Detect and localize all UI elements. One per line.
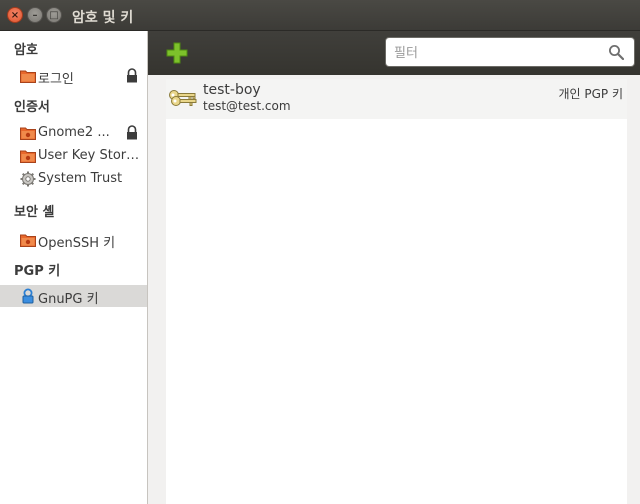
folder-icon (20, 150, 36, 163)
sidebar-item-login[interactable]: 로그인 (0, 65, 147, 87)
sidebar-item-gnupg[interactable]: GnuPG 키 (0, 285, 147, 307)
key-name: test-boy (203, 82, 261, 98)
lock-icon (127, 68, 137, 83)
table-row[interactable]: test-boy test@test.com 개인 PGP 키 (166, 79, 627, 119)
key-email: test@test.com (203, 99, 291, 113)
key-list: test-boy test@test.com 개인 PGP 키 (166, 79, 627, 504)
sidebar-item-label: 로그인 (38, 72, 74, 87)
filter-input[interactable] (392, 42, 596, 64)
sidebar-item-label: OpenSSH 키 (38, 236, 116, 251)
folder-icon (20, 70, 36, 83)
sidebar-item-label: Gnome2 ... (38, 125, 110, 140)
window-minimize-button[interactable]: – (27, 7, 43, 23)
key-pair-icon (169, 90, 197, 106)
window-title: 암호 및 키 (72, 10, 134, 26)
keyring-icon (22, 288, 34, 304)
folder-icon (20, 127, 36, 140)
toolbar (148, 31, 640, 75)
sidebar-item-gnome2[interactable]: Gnome2 ... (0, 122, 147, 144)
window-titlebar: × – □ 암호 및 키 (0, 0, 640, 31)
window-close-button[interactable]: × (7, 7, 23, 23)
lock-icon (127, 125, 137, 140)
sidebar-item-openssh[interactable]: OpenSSH 키 (0, 229, 147, 251)
sidebar-item-label: System Trust (38, 171, 123, 186)
sidebar-section-passwords: 암호 (14, 43, 38, 58)
sidebar-section-secure-shell: 보안 셸 (14, 205, 55, 220)
search-icon[interactable] (608, 44, 624, 60)
sidebar-item-user-key-storage[interactable]: User Key Stor… (0, 145, 147, 167)
plus-icon[interactable] (166, 42, 188, 64)
folder-icon (20, 234, 36, 247)
sidebar: 암호 로그인 인증서 Gnome2 ... User Key Stor… Sys… (0, 31, 148, 504)
sidebar-item-label: User Key Stor… (38, 148, 140, 163)
gear-icon (20, 171, 36, 187)
sidebar-section-pgp-keys: PGP 키 (14, 264, 61, 279)
sidebar-item-label: GnuPG 키 (38, 292, 99, 307)
sidebar-section-certificates: 인증서 (14, 100, 50, 115)
key-type: 개인 PGP 키 (558, 87, 623, 101)
window-maximize-button[interactable]: □ (46, 7, 62, 23)
sidebar-item-system-trust[interactable]: System Trust (0, 168, 147, 190)
filter-field[interactable] (385, 37, 635, 67)
